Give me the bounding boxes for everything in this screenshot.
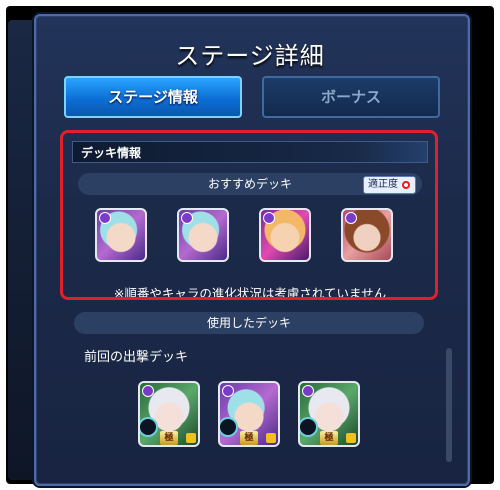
previous-deck-label: 前回の出撃デッキ — [84, 350, 189, 365]
tab-stage-info[interactable]: ステージ情報 — [64, 76, 242, 118]
element-icon — [142, 385, 154, 397]
orb-icon — [140, 417, 158, 437]
used-deck-bar: 使用したデッキ — [74, 312, 424, 334]
previous-character-1[interactable]: 極 — [138, 381, 200, 447]
orb-icon — [300, 417, 318, 437]
page-title: ステージ詳細 — [175, 42, 325, 70]
kiwami-badge: 極 — [240, 431, 258, 445]
lock-icon — [346, 433, 356, 443]
highlight-box — [60, 130, 438, 300]
lock-icon — [186, 433, 196, 443]
tab-bonus[interactable]: ボーナス — [262, 76, 440, 118]
element-icon — [302, 385, 314, 397]
element-icon — [222, 385, 234, 397]
previous-character-3[interactable]: 極 — [298, 381, 360, 447]
lock-icon — [266, 433, 276, 443]
orb-icon — [220, 417, 238, 437]
scrollbar[interactable] — [446, 348, 452, 462]
previous-character-2[interactable]: 極 — [218, 381, 280, 447]
kiwami-badge: 極 — [320, 431, 338, 445]
kiwami-badge: 極 — [160, 431, 178, 445]
used-deck-label: 使用したデッキ — [206, 316, 291, 330]
